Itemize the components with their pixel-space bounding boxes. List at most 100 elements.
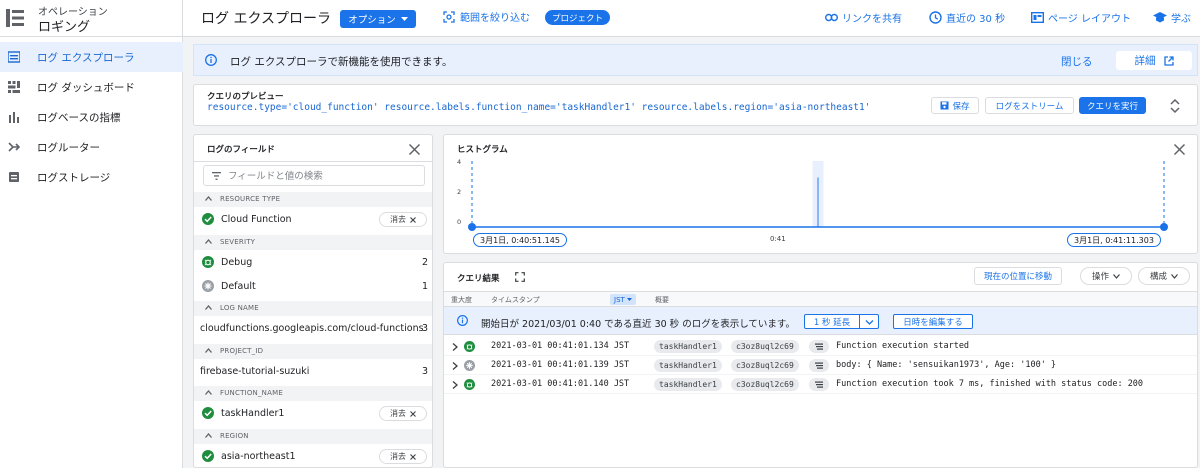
log-summary: Function execution started xyxy=(836,341,970,351)
clear-label: 消去 xyxy=(390,215,406,224)
chevron-right-icon[interactable] xyxy=(452,381,458,389)
check-circle-icon xyxy=(202,450,214,462)
summary-fields-icon[interactable] xyxy=(809,359,829,372)
range-start-chip[interactable]: 3月1日, 0:40:51.145 xyxy=(473,233,567,247)
fullscreen-icon[interactable] xyxy=(515,272,525,282)
field-value-label: taskHandler1 xyxy=(221,408,285,419)
sidebar-item-log-router[interactable]: ログルーター xyxy=(0,132,183,162)
log-summary: body: { Name: 'sensuikan1973', Age: '100… xyxy=(836,360,1057,370)
field-value-label: firebase-tutorial-suzuki xyxy=(200,366,310,377)
sidebar-item-log-explorer[interactable]: ログ エクスプローラ xyxy=(0,42,183,72)
field-value-row[interactable]: Debug 2 xyxy=(194,252,432,273)
debug-icon xyxy=(464,341,475,352)
function-name-chip[interactable]: taskHandler1 xyxy=(654,359,722,372)
summary-fields-icon[interactable] xyxy=(809,340,829,353)
clear-filter-chip[interactable]: 消去 xyxy=(379,212,427,227)
log-timestamp: 2021-03-01 00:41:01.139 JST xyxy=(491,360,630,370)
banner-message: ログ エクスプローラで新機能を使用できます。 xyxy=(230,56,453,68)
chevron-right-icon[interactable] xyxy=(452,343,458,351)
close-icon[interactable] xyxy=(1173,143,1186,156)
router-icon xyxy=(8,142,20,152)
extend-time-dropdown[interactable] xyxy=(860,314,879,329)
log-entry-row[interactable]: 2021-03-01 00:41:01.139 JST taskHandler1… xyxy=(444,356,1197,375)
field-value-count: 2 xyxy=(421,257,428,268)
field-section-label: FUNCTION_NAME xyxy=(220,389,283,397)
extend-time-button[interactable]: 1 秒 延長 xyxy=(804,314,860,329)
stream-logs-button[interactable]: ログをストリーム xyxy=(985,97,1074,114)
page-layout-button[interactable]: ページ レイアウト xyxy=(1031,10,1131,25)
query-text[interactable]: resource.type='cloud_function' resource.… xyxy=(207,102,870,113)
close-icon xyxy=(410,453,416,460)
field-section-function-name[interactable]: FUNCTION_NAME xyxy=(194,386,432,401)
narrow-scope-button[interactable]: 範囲を絞り込む xyxy=(443,9,530,24)
save-query-button[interactable]: 保存 xyxy=(931,97,979,114)
histogram-bar[interactable] xyxy=(817,177,819,228)
field-search-input[interactable] xyxy=(228,169,418,183)
close-icon xyxy=(410,216,416,223)
field-value-count: 3 xyxy=(421,366,428,377)
chevron-right-icon[interactable] xyxy=(452,362,458,370)
caret-down-icon xyxy=(626,298,632,301)
field-value-row[interactable]: Default 1 xyxy=(194,276,432,297)
jump-to-now-button[interactable]: 現在の位置に移動 xyxy=(974,267,1062,285)
graduation-cap-icon xyxy=(1153,12,1167,23)
summary-fields-icon[interactable] xyxy=(809,378,829,391)
clear-filter-chip[interactable]: 消去 xyxy=(379,449,427,464)
log-entry-row[interactable]: 2021-03-01 00:41:01.134 JST taskHandler1… xyxy=(444,337,1197,356)
run-query-button[interactable]: クエリを実行 xyxy=(1079,97,1146,114)
field-value-row[interactable]: Cloud Function 消去 xyxy=(194,209,432,230)
options-button[interactable]: オプション xyxy=(340,10,416,28)
banner-detail-button[interactable]: 詳細 xyxy=(1116,51,1192,70)
field-value-row[interactable]: firebase-tutorial-suzuki 3 xyxy=(194,361,432,382)
sidebar-item-log-storage[interactable]: ログストレージ xyxy=(0,162,183,192)
sidebar-item-log-dashboard[interactable]: ログ ダッシュボード xyxy=(0,72,183,102)
options-label: オプション xyxy=(348,15,396,26)
range-end-handle[interactable] xyxy=(1160,223,1168,231)
field-search[interactable] xyxy=(203,165,425,186)
histogram-chart[interactable] xyxy=(444,157,1199,233)
function-name-chip[interactable]: taskHandler1 xyxy=(654,340,722,353)
learn-label: 学ぶ xyxy=(1171,14,1191,25)
log-timestamp: 2021-03-01 00:41:01.140 JST xyxy=(491,379,630,389)
field-section-project-id[interactable]: PROJECT_ID xyxy=(194,344,432,359)
logging-logo-icon xyxy=(6,9,24,27)
execution-id-chip[interactable]: c3oz8uql2c69 xyxy=(731,340,799,353)
detail-label: 詳細 xyxy=(1134,55,1156,67)
field-value-row[interactable]: cloudfunctions.googleapis.com/cloud-func… xyxy=(194,318,432,339)
actions-button[interactable]: 操作 xyxy=(1080,267,1132,285)
learn-button[interactable]: 学ぶ xyxy=(1153,10,1191,25)
layout-icon xyxy=(1031,12,1044,23)
field-section-resource-type[interactable]: RESOURCE TYPE xyxy=(194,192,432,207)
share-link-button[interactable]: リンクを共有 xyxy=(825,10,902,25)
log-fields-title: ログのフィールド xyxy=(207,145,275,155)
range-end-chip[interactable]: 3月1日, 0:41:11.303 xyxy=(1067,233,1161,247)
sidebar-item-log-metrics[interactable]: ログベースの指標 xyxy=(0,102,183,132)
function-name-chip[interactable]: taskHandler1 xyxy=(654,378,722,391)
log-entry-row[interactable]: 2021-03-01 00:41:01.140 JST taskHandler1… xyxy=(444,375,1197,394)
range-start-handle[interactable] xyxy=(468,223,476,231)
clear-filter-chip[interactable]: 消去 xyxy=(379,406,427,421)
project-chip[interactable]: プロジェクト xyxy=(545,10,611,25)
close-icon[interactable] xyxy=(408,143,421,156)
time-range-label: 直近の 30 秒 xyxy=(946,14,1006,25)
caret-down-icon xyxy=(400,17,408,21)
field-section-log-name[interactable]: LOG NAME xyxy=(194,301,432,316)
new-features-banner: ログ エクスプローラで新機能を使用できます。 閉じる 詳細 xyxy=(193,44,1198,76)
results-column-header: 重大度 タイムスタンプ JST 概要 xyxy=(444,291,1197,307)
configure-button[interactable]: 構成 xyxy=(1138,267,1190,285)
execution-id-chip[interactable]: c3oz8uql2c69 xyxy=(731,359,799,372)
field-value-row[interactable]: asia-northeast1 消去 xyxy=(194,446,432,467)
banner-close-button[interactable]: 閉じる xyxy=(1061,54,1093,69)
divider xyxy=(194,161,432,162)
field-value-row[interactable]: taskHandler1 消去 xyxy=(194,403,432,424)
field-section-region[interactable]: REGION xyxy=(194,429,432,444)
edit-time-button[interactable]: 日時を編集する xyxy=(893,314,973,329)
time-range-button[interactable]: 直近の 30 秒 xyxy=(929,10,1005,25)
field-value-label: asia-northeast1 xyxy=(221,451,296,462)
chevron-down-icon xyxy=(1171,273,1178,279)
expand-collapse-icon[interactable] xyxy=(1169,98,1181,114)
execution-id-chip[interactable]: c3oz8uql2c69 xyxy=(731,378,799,391)
timezone-selector[interactable]: JST xyxy=(610,294,636,305)
field-section-severity[interactable]: SEVERITY xyxy=(194,235,432,250)
field-section-label: REGION xyxy=(220,432,249,440)
